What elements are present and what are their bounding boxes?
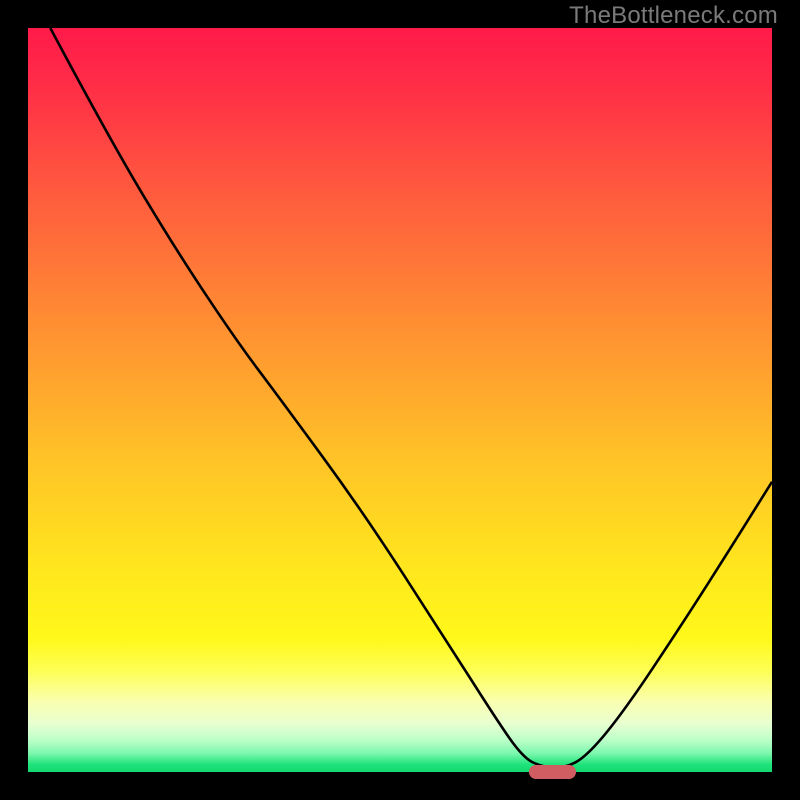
plot-area	[28, 28, 772, 772]
watermark-text: TheBottleneck.com	[569, 2, 778, 30]
optimal-marker	[529, 765, 577, 779]
chart-frame: TheBottleneck.com	[0, 0, 800, 800]
bottleneck-curve	[50, 28, 772, 768]
curve-layer	[28, 28, 772, 772]
